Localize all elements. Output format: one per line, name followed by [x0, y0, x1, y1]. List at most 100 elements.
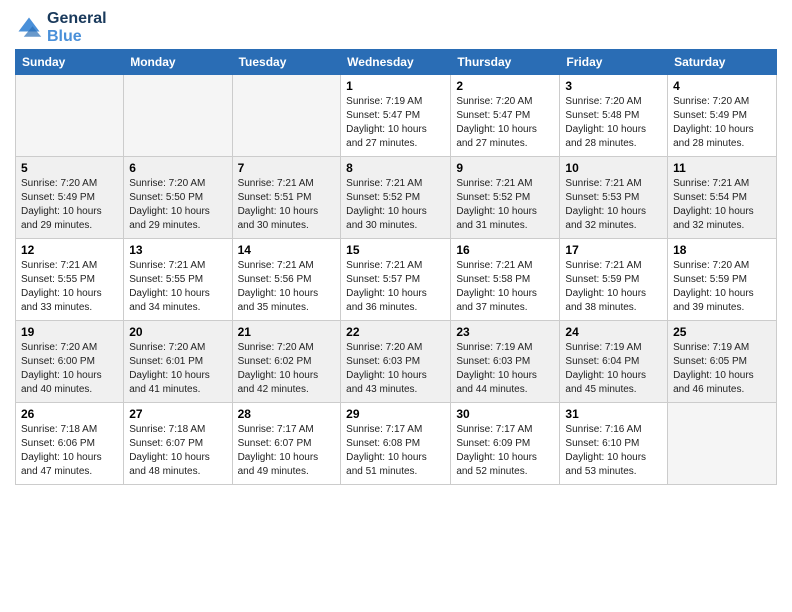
day-number: 29 [346, 407, 445, 421]
day-info: Sunrise: 7:19 AMSunset: 6:05 PMDaylight:… [673, 341, 771, 397]
day-number: 4 [673, 79, 771, 93]
day-number: 16 [456, 243, 554, 257]
calendar-cell: 12 Sunrise: 7:21 AMSunset: 5:55 PMDayligh… [16, 239, 124, 321]
day-info: Sunrise: 7:21 AMSunset: 5:55 PMDaylight:… [129, 259, 226, 315]
weekday-header-friday: Friday [560, 50, 668, 75]
calendar-cell [124, 75, 232, 157]
day-info: Sunrise: 7:21 AMSunset: 5:51 PMDaylight:… [238, 177, 336, 233]
calendar-cell: 23 Sunrise: 7:19 AMSunset: 6:03 PMDayligh… [451, 321, 560, 403]
day-number: 1 [346, 79, 445, 93]
day-info: Sunrise: 7:20 AMSunset: 5:49 PMDaylight:… [21, 177, 118, 233]
weekday-header-wednesday: Wednesday [341, 50, 451, 75]
weekday-header-row: SundayMondayTuesdayWednesdayThursdayFrid… [16, 50, 777, 75]
day-info: Sunrise: 7:18 AMSunset: 6:07 PMDaylight:… [129, 423, 226, 479]
day-number: 22 [346, 325, 445, 339]
calendar-week-row: 1 Sunrise: 7:19 AMSunset: 5:47 PMDaylight… [16, 75, 777, 157]
day-number: 25 [673, 325, 771, 339]
day-info: Sunrise: 7:21 AMSunset: 5:54 PMDaylight:… [673, 177, 771, 233]
day-number: 13 [129, 243, 226, 257]
calendar-cell [668, 403, 777, 485]
day-info: Sunrise: 7:21 AMSunset: 5:53 PMDaylight:… [565, 177, 662, 233]
calendar-cell: 30 Sunrise: 7:17 AMSunset: 6:09 PMDayligh… [451, 403, 560, 485]
day-info: Sunrise: 7:17 AMSunset: 6:08 PMDaylight:… [346, 423, 445, 479]
day-number: 12 [21, 243, 118, 257]
page: General Blue SundayMondayTuesdayWednesda… [0, 0, 792, 495]
day-info: Sunrise: 7:19 AMSunset: 5:47 PMDaylight:… [346, 95, 445, 151]
weekday-header-saturday: Saturday [668, 50, 777, 75]
day-number: 31 [565, 407, 662, 421]
calendar-week-row: 26Sunrise: 7:18 AMSunset: 6:06 PMDayligh… [16, 403, 777, 485]
calendar-cell [16, 75, 124, 157]
day-number: 11 [673, 161, 771, 175]
day-number: 3 [565, 79, 662, 93]
day-number: 24 [565, 325, 662, 339]
calendar-cell: 2 Sunrise: 7:20 AMSunset: 5:47 PMDaylight… [451, 75, 560, 157]
day-number: 18 [673, 243, 771, 257]
calendar-cell: 4Sunrise: 7:20 AMSunset: 5:49 PMDaylight… [668, 75, 777, 157]
calendar-cell: 24 Sunrise: 7:19 AMSunset: 6:04 PMDayligh… [560, 321, 668, 403]
calendar-week-row: 19 Sunrise: 7:20 AMSunset: 6:00 PMDayligh… [16, 321, 777, 403]
day-number: 7 [238, 161, 336, 175]
calendar-cell: 8 Sunrise: 7:21 AMSunset: 5:52 PMDaylight… [341, 157, 451, 239]
day-info: Sunrise: 7:20 AMSunset: 6:01 PMDaylight:… [129, 341, 226, 397]
day-info: Sunrise: 7:21 AMSunset: 5:55 PMDaylight:… [21, 259, 118, 315]
day-info: Sunrise: 7:17 AMSunset: 6:07 PMDaylight:… [238, 423, 336, 479]
calendar-cell: 3 Sunrise: 7:20 AMSunset: 5:48 PMDaylight… [560, 75, 668, 157]
calendar-cell: 25 Sunrise: 7:19 AMSunset: 6:05 PMDayligh… [668, 321, 777, 403]
day-number: 27 [129, 407, 226, 421]
calendar-cell: 17 Sunrise: 7:21 AMSunset: 5:59 PMDayligh… [560, 239, 668, 321]
day-info: Sunrise: 7:21 AMSunset: 5:52 PMDaylight:… [456, 177, 554, 233]
day-info: Sunrise: 7:21 AMSunset: 5:57 PMDaylight:… [346, 259, 445, 315]
day-number: 8 [346, 161, 445, 175]
calendar-cell: 20 Sunrise: 7:20 AMSunset: 6:01 PMDayligh… [124, 321, 232, 403]
day-info: Sunrise: 7:19 AMSunset: 6:04 PMDaylight:… [565, 341, 662, 397]
day-info: Sunrise: 7:20 AMSunset: 5:47 PMDaylight:… [456, 95, 554, 151]
day-number: 28 [238, 407, 336, 421]
day-info: Sunrise: 7:20 AMSunset: 6:02 PMDaylight:… [238, 341, 336, 397]
day-info: Sunrise: 7:20 AMSunset: 6:03 PMDaylight:… [346, 341, 445, 397]
day-info: Sunrise: 7:20 AMSunset: 5:59 PMDaylight:… [673, 259, 771, 315]
day-info: Sunrise: 7:16 AMSunset: 6:10 PMDaylight:… [565, 423, 662, 479]
calendar-cell [232, 75, 341, 157]
day-info: Sunrise: 7:21 AMSunset: 5:59 PMDaylight:… [565, 259, 662, 315]
calendar-cell: 18 Sunrise: 7:20 AMSunset: 5:59 PMDayligh… [668, 239, 777, 321]
calendar-week-row: 5Sunrise: 7:20 AMSunset: 5:49 PMDaylight… [16, 157, 777, 239]
day-number: 15 [346, 243, 445, 257]
day-number: 23 [456, 325, 554, 339]
day-info: Sunrise: 7:18 AMSunset: 6:06 PMDaylight:… [21, 423, 118, 479]
day-number: 21 [238, 325, 336, 339]
day-info: Sunrise: 7:21 AMSunset: 5:58 PMDaylight:… [456, 259, 554, 315]
day-number: 9 [456, 161, 554, 175]
calendar-cell: 29 Sunrise: 7:17 AMSunset: 6:08 PMDayligh… [341, 403, 451, 485]
day-number: 19 [21, 325, 118, 339]
calendar-cell: 9 Sunrise: 7:21 AMSunset: 5:52 PMDaylight… [451, 157, 560, 239]
calendar-cell: 7 Sunrise: 7:21 AMSunset: 5:51 PMDaylight… [232, 157, 341, 239]
day-info: Sunrise: 7:20 AMSunset: 6:00 PMDaylight:… [21, 341, 118, 397]
day-info: Sunrise: 7:21 AMSunset: 5:52 PMDaylight:… [346, 177, 445, 233]
day-number: 30 [456, 407, 554, 421]
day-info: Sunrise: 7:20 AMSunset: 5:48 PMDaylight:… [565, 95, 662, 151]
day-number: 20 [129, 325, 226, 339]
calendar-cell: 21 Sunrise: 7:20 AMSunset: 6:02 PMDayligh… [232, 321, 341, 403]
weekday-header-thursday: Thursday [451, 50, 560, 75]
calendar-cell: 26Sunrise: 7:18 AMSunset: 6:06 PMDayligh… [16, 403, 124, 485]
calendar-cell: 11 Sunrise: 7:21 AMSunset: 5:54 PMDayligh… [668, 157, 777, 239]
calendar-cell: 31 Sunrise: 7:16 AMSunset: 6:10 PMDayligh… [560, 403, 668, 485]
calendar-cell: 19 Sunrise: 7:20 AMSunset: 6:00 PMDayligh… [16, 321, 124, 403]
calendar-cell: 27 Sunrise: 7:18 AMSunset: 6:07 PMDayligh… [124, 403, 232, 485]
day-number: 14 [238, 243, 336, 257]
day-info: Sunrise: 7:20 AMSunset: 5:50 PMDaylight:… [129, 177, 226, 233]
calendar-cell: 10Sunrise: 7:21 AMSunset: 5:53 PMDayligh… [560, 157, 668, 239]
calendar-cell: 5Sunrise: 7:20 AMSunset: 5:49 PMDaylight… [16, 157, 124, 239]
day-info: Sunrise: 7:19 AMSunset: 6:03 PMDaylight:… [456, 341, 554, 397]
day-number: 2 [456, 79, 554, 93]
header: General Blue [15, 10, 777, 45]
day-info: Sunrise: 7:17 AMSunset: 6:09 PMDaylight:… [456, 423, 554, 479]
day-number: 17 [565, 243, 662, 257]
weekday-header-tuesday: Tuesday [232, 50, 341, 75]
calendar-week-row: 12 Sunrise: 7:21 AMSunset: 5:55 PMDayligh… [16, 239, 777, 321]
logo: General Blue [15, 10, 107, 45]
calendar-cell: 1 Sunrise: 7:19 AMSunset: 5:47 PMDaylight… [341, 75, 451, 157]
calendar-cell: 13 Sunrise: 7:21 AMSunset: 5:55 PMDayligh… [124, 239, 232, 321]
calendar-cell: 16 Sunrise: 7:21 AMSunset: 5:58 PMDayligh… [451, 239, 560, 321]
